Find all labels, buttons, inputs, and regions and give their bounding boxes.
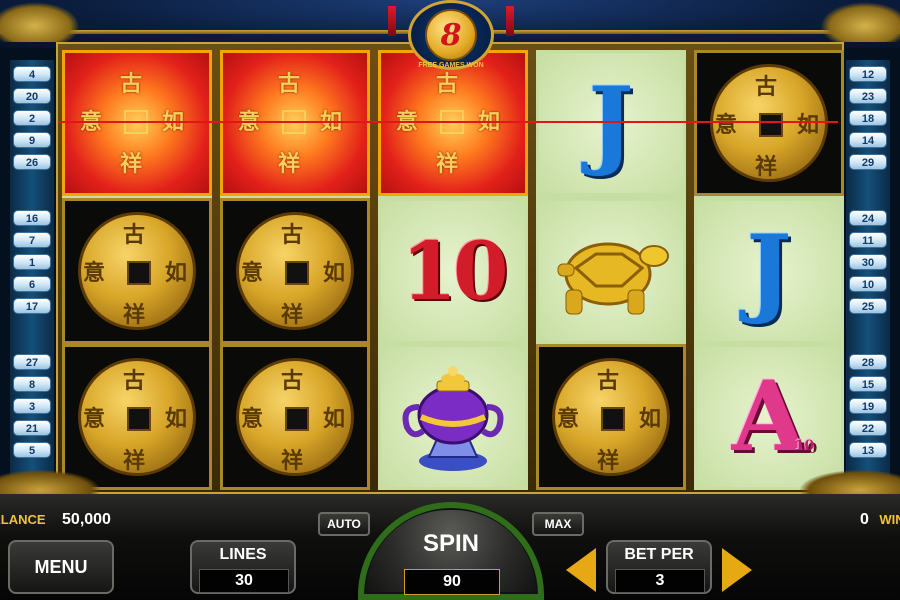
urn-symbol [378, 344, 528, 490]
right-payline-button[interactable]: 12 [849, 66, 887, 82]
left-dragon-ornament [0, 2, 80, 42]
coin-symbol: 古 如 意 祥 [62, 344, 212, 490]
coin-symbol: 古 如 意 祥 [220, 344, 370, 490]
left-payline-button[interactable]: 3 [13, 398, 51, 414]
balance-label: BALANCE [0, 512, 46, 527]
reel-3: 古 如 意 祥 10 [378, 50, 528, 490]
left-payline-button[interactable]: 20 [13, 88, 51, 104]
free-games-badge: 8 FREE GAMES WON [388, 0, 514, 80]
tassel-icon [506, 6, 514, 36]
right-payline-button[interactable]: 11 [849, 232, 887, 248]
lines-label: LINES [219, 546, 267, 563]
auto-button[interactable]: AUTO [318, 512, 370, 536]
right-payline-button[interactable]: 19 [849, 398, 887, 414]
win-value: 0 [860, 511, 869, 528]
reel-5: 古 如 意 祥 J A 10 [694, 50, 844, 490]
right-payline-button[interactable]: 22 [849, 420, 887, 436]
balance-display: BALANCE 50,000 [0, 511, 111, 529]
lines-value: 30 [199, 569, 289, 593]
reel-4: J 古 如 意 祥 [536, 50, 686, 490]
jack-symbol: J [536, 50, 686, 196]
right-dragon-ornament [820, 2, 900, 42]
right-payline-button[interactable]: 28 [849, 354, 887, 370]
winning-payline [58, 121, 838, 123]
ace-symbol: A 10 [694, 344, 844, 490]
bet-per-value: 3 [615, 569, 705, 593]
menu-button[interactable]: MENU [8, 540, 114, 594]
right-payline-button[interactable]: 13 [849, 442, 887, 458]
turtle-symbol [536, 198, 686, 344]
left-payline-button[interactable]: 4 [13, 66, 51, 82]
bet-increase-arrow-icon[interactable] [722, 548, 752, 592]
bet-per-label: BET PER [624, 546, 694, 563]
coin-symbol-highlighted: 古 如 意 祥 [220, 50, 370, 196]
right-payline-button[interactable]: 23 [849, 88, 887, 104]
max-bet-button[interactable]: MAX [532, 512, 584, 536]
coin-symbol: 古 如 意 祥 [220, 198, 370, 344]
reel-2: 古 如 意 祥 古 如 意 祥 古 如 意 祥 [220, 50, 370, 490]
left-payline-button[interactable]: 17 [13, 298, 51, 314]
right-payline-button[interactable]: 10 [849, 276, 887, 292]
free-games-count: 8 [440, 17, 462, 53]
left-payline-button[interactable]: 7 [13, 232, 51, 248]
free-games-caption: FREE GAMES WON [418, 62, 484, 69]
win-label: WIN [879, 512, 900, 527]
win-display: 0 WIN [860, 511, 900, 529]
coin-symbol: 古 如 意 祥 [536, 344, 686, 490]
right-payline-button[interactable]: 18 [849, 110, 887, 126]
left-payline-button[interactable]: 21 [13, 420, 51, 436]
left-payline-button[interactable]: 16 [13, 210, 51, 226]
coin-symbol: 古 如 意 祥 [62, 198, 212, 344]
spin-label: SPIN [422, 530, 479, 557]
bet-decrease-arrow-icon[interactable] [566, 548, 596, 592]
left-payline-button[interactable]: 2 [13, 110, 51, 126]
left-payline-button[interactable]: 8 [13, 376, 51, 392]
left-payline-button[interactable]: 6 [13, 276, 51, 292]
tassel-icon [388, 6, 396, 36]
golden-turtle-icon [557, 242, 669, 315]
right-payline-button[interactable]: 29 [849, 154, 887, 170]
coin-symbol-highlighted: 古 如 意 祥 [62, 50, 212, 196]
coin-symbol: 古 如 意 祥 [694, 50, 844, 196]
reel-1: 古 如 意 祥 古 如 意 祥 古 如 意 祥 [62, 50, 212, 490]
left-payline-button[interactable]: 1 [13, 254, 51, 270]
balance-value: 50,000 [62, 511, 111, 528]
right-payline-button[interactable]: 15 [849, 376, 887, 392]
left-payline-button[interactable]: 27 [13, 354, 51, 370]
total-bet-value: 90 [404, 569, 500, 595]
left-payline-button[interactable]: 9 [13, 132, 51, 148]
ten-symbol: 10 [378, 198, 528, 344]
left-payline-button[interactable]: 26 [13, 154, 51, 170]
urn-icon [402, 366, 504, 471]
right-payline-button[interactable]: 25 [849, 298, 887, 314]
jack-symbol: J [694, 198, 844, 344]
left-payline-button[interactable]: 5 [13, 442, 51, 458]
right-payline-button[interactable]: 24 [849, 210, 887, 226]
right-payline-button[interactable]: 14 [849, 132, 887, 148]
right-payline-button[interactable]: 30 [849, 254, 887, 270]
